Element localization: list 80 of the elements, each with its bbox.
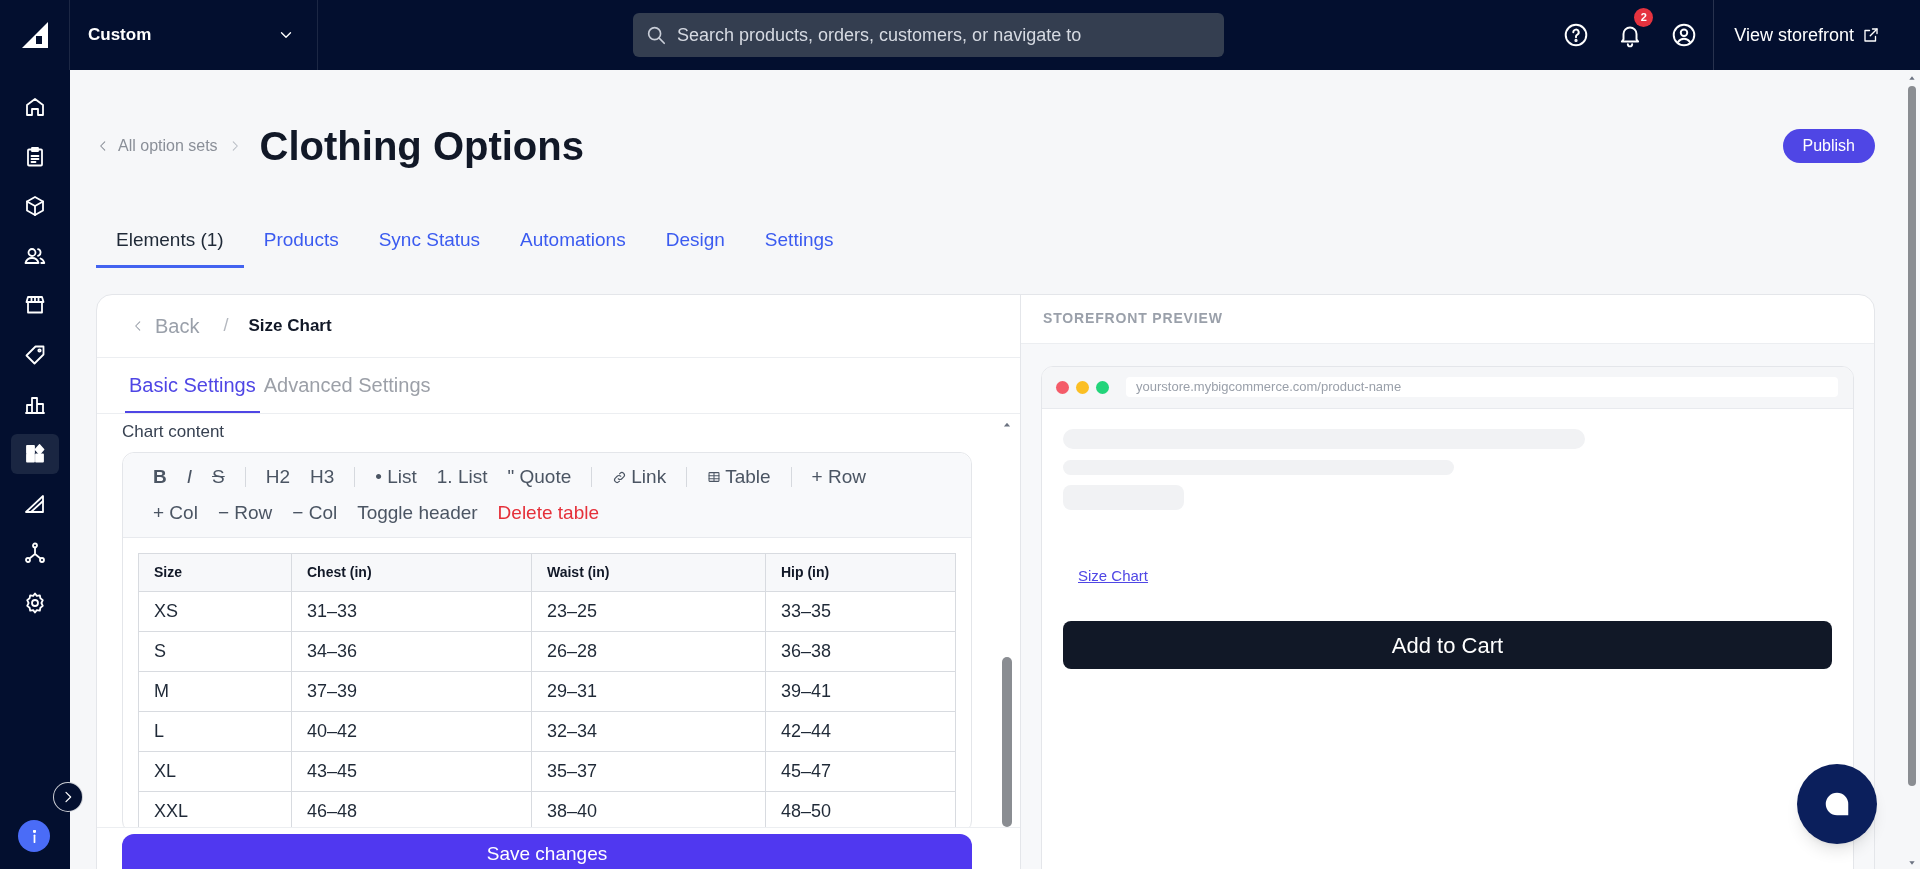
- info-icon: [32, 829, 36, 843]
- toolbar-button[interactable]: I: [176, 462, 202, 492]
- address-bar: yourstore.mybigcommerce.com/product-name: [1126, 377, 1838, 397]
- table-cell: XL: [138, 751, 292, 792]
- tab[interactable]: Sync Status: [358, 226, 501, 268]
- toolbar-button[interactable]: + Row: [801, 462, 876, 492]
- storefront-link[interactable]: View storefront: [1714, 21, 1920, 49]
- table-cell: 37–39: [291, 671, 532, 712]
- publish-button[interactable]: Publish: [1782, 129, 1875, 163]
- table-cell: 45–47: [765, 751, 956, 792]
- rich-text-editor[interactable]: [122, 452, 972, 827]
- field-label: Chart content: [122, 420, 226, 443]
- table-cell: 34–36: [291, 631, 532, 672]
- panel-title: Size Chart: [248, 314, 332, 337]
- store-selector[interactable]: Custom: [70, 0, 318, 70]
- toolbar-button[interactable]: " Quote: [497, 462, 582, 492]
- toolbar-button[interactable]: Link: [602, 462, 677, 492]
- sidebar-item[interactable]: [11, 434, 59, 475]
- table-cell: L: [138, 711, 292, 752]
- table-cell: 42–44: [765, 711, 956, 752]
- table-cell: XS: [138, 591, 292, 632]
- settings-icon: [23, 590, 47, 615]
- scroll-up-arrow-icon: [1907, 74, 1917, 82]
- toolbar-button[interactable]: H2: [255, 462, 300, 492]
- toolbar-button[interactable]: Toggle header: [347, 498, 488, 528]
- tab[interactable]: Automations: [500, 226, 646, 268]
- external-link-icon: [1862, 26, 1880, 44]
- tab[interactable]: Settings: [744, 226, 854, 268]
- tab[interactable]: Elements (1): [96, 226, 244, 268]
- toolbar-button[interactable]: H3: [300, 462, 345, 492]
- home-icon: [23, 95, 47, 119]
- table-cell: XXL: [138, 791, 292, 827]
- tab[interactable]: Products: [243, 226, 359, 268]
- table-cell: 31–33: [291, 591, 532, 632]
- toolbar-button[interactable]: Delete table: [487, 498, 609, 528]
- table-cell: 40–42: [291, 711, 532, 752]
- table-icon: [707, 470, 722, 484]
- toolbar-button[interactable]: 1. List: [426, 462, 498, 492]
- page-title: Clothing Options: [259, 123, 584, 170]
- toolbar-button[interactable]: S: [202, 462, 235, 492]
- toolbar-button[interactable]: + Col: [143, 498, 208, 528]
- scrollbar-thumb[interactable]: [1908, 86, 1916, 786]
- table-cell: 35–37: [531, 751, 766, 792]
- table-cell: 36–38: [765, 631, 956, 672]
- panel-heading: STOREFRONT PREVIEW: [1043, 309, 1223, 328]
- save-button[interactable]: Save changes: [122, 833, 972, 869]
- search-icon: [645, 24, 667, 46]
- column-header: Chest (in): [291, 553, 532, 592]
- column-header: Size: [138, 553, 292, 592]
- logo-icon[interactable]: [21, 22, 48, 48]
- notification-badge: 2: [1634, 8, 1654, 27]
- breadcrumb-separator: /: [223, 314, 229, 337]
- table-cell: 39–41: [765, 671, 956, 712]
- cube-icon: [23, 194, 47, 219]
- scrollbar-thumb[interactable]: [1002, 656, 1012, 827]
- add-to-cart-button[interactable]: Add to Cart: [1063, 621, 1832, 669]
- size-chart-link[interactable]: Size Chart: [1078, 564, 1149, 587]
- table-cell: 23–25: [531, 591, 766, 632]
- tab[interactable]: Design: [645, 226, 745, 268]
- table-cell: 33–35: [765, 591, 956, 632]
- toolbar-button[interactable]: − Row: [207, 498, 283, 528]
- network-icon: [23, 541, 47, 566]
- toolbar-button[interactable]: B: [143, 462, 177, 492]
- table-cell: S: [138, 631, 292, 672]
- toolbar-button[interactable]: − Col: [282, 498, 348, 528]
- table-cell: 43–45: [291, 751, 532, 792]
- toolbar-button[interactable]: • List: [365, 462, 427, 492]
- link-icon: [612, 469, 628, 485]
- help-icon: [1563, 22, 1590, 48]
- scroll-down-arrow-icon: [1907, 859, 1917, 867]
- user-icon: [1671, 22, 1698, 48]
- search-field[interactable]: Search products, orders, customers, or navigate to: [633, 13, 1224, 57]
- table-cell: 32–34: [531, 711, 766, 752]
- toolbar-button[interactable]: Table: [697, 462, 781, 492]
- column-header: Hip (in): [765, 553, 956, 592]
- table-cell: M: [138, 671, 292, 712]
- column-header: Waist (in): [531, 553, 766, 592]
- table-cell: 26–28: [531, 631, 766, 672]
- settings-tab[interactable]: Basic Settings: [125, 369, 260, 413]
- table-cell: 29–31: [531, 671, 766, 712]
